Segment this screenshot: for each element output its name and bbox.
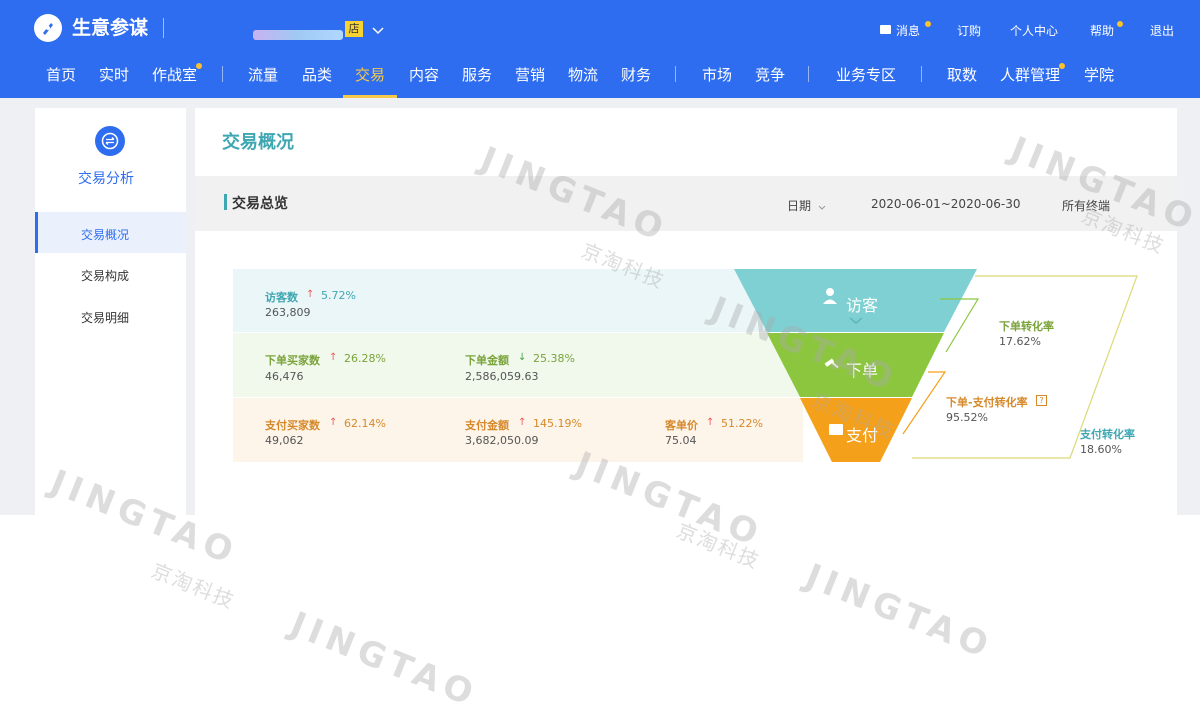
nav-finance[interactable]: 财务 (621, 66, 651, 84)
order-amount-value: 2,586,059.63 (465, 370, 539, 383)
unit-price-label: 客单价 (665, 419, 698, 432)
messages-notification-dot (925, 21, 931, 27)
order-amount-change: 25.38% (533, 352, 575, 365)
mail-icon (880, 25, 891, 34)
pay-rate-label: 支付转化率 (1080, 428, 1135, 441)
chevron-down-icon[interactable] (817, 198, 827, 217)
nav-realtime[interactable]: 实时 (99, 66, 129, 84)
help-notification-dot (1117, 21, 1123, 27)
page-title: 交易概况 (222, 132, 294, 153)
order-rate-value: 17.62% (999, 335, 1041, 348)
nav-crowd-management[interactable]: 人群管理 (1000, 66, 1060, 84)
arrow-down-icon: ↓ (518, 352, 527, 363)
nav-data-fetch[interactable]: 取数 (947, 66, 977, 84)
crowd-notification-dot (1059, 63, 1065, 69)
nav-service[interactable]: 服务 (462, 66, 492, 84)
logo-divider (163, 18, 164, 38)
visitors-change: 5.72% (321, 289, 356, 302)
help-link[interactable]: 帮助 (1090, 24, 1114, 38)
order-buyers-change: 26.28% (344, 352, 386, 365)
logout-link[interactable]: 退出 (1150, 24, 1174, 38)
nav-business-zone[interactable]: 业务专区 (836, 66, 896, 84)
order-rate-label: 下单转化率 (999, 320, 1054, 333)
funnel-stage-visitors-label: 访客 (846, 296, 879, 315)
order-pay-rate-label: 下单-支付转化率 (946, 396, 1028, 409)
nav-logistics[interactable]: 物流 (568, 66, 598, 84)
pay-amount-value: 3,682,050.09 (465, 434, 539, 447)
pay-amount-label: 支付金额 (465, 419, 509, 432)
exchange-icon (95, 126, 125, 156)
sidebar-item-composition[interactable]: 交易构成 (81, 267, 129, 284)
watermark-brand: JINGTAO (799, 556, 1000, 668)
nav-divider (921, 66, 922, 82)
chevron-down-icon[interactable] (370, 22, 386, 35)
app-title[interactable]: 生意参谋 (72, 14, 148, 42)
nav-trade[interactable]: 交易 (355, 66, 385, 84)
date-type-select[interactable]: 日期 (787, 197, 811, 214)
arrow-up-icon: ↑ (306, 289, 315, 300)
pay-buyers-value: 49,062 (265, 434, 304, 447)
pay-rate-value: 18.60% (1080, 443, 1122, 456)
arrow-up-icon: ↑ (329, 352, 338, 363)
sidebar-active-indicator (35, 212, 38, 253)
unit-price-value: 75.04 (665, 434, 697, 447)
section-header (195, 176, 1177, 231)
shop-badge: 店 (345, 21, 363, 37)
messages-link[interactable]: 消息 (896, 24, 920, 38)
section-accent-bar (224, 194, 227, 210)
pay-buyers-change: 62.14% (344, 417, 386, 430)
pay-buyers-label: 支付买家数 (265, 419, 320, 432)
personal-center-link[interactable]: 个人中心 (1010, 24, 1058, 38)
nav-divider (222, 66, 223, 82)
section-title: 交易总览 (232, 196, 288, 212)
pay-amount-change: 145.19% (533, 417, 582, 430)
user-icon (822, 287, 838, 309)
shop-name-blurred[interactable] (253, 30, 343, 40)
order-buyers-value: 46,476 (265, 370, 304, 383)
top-header: 生意参谋 店 消息 订购 个人中心 帮助 退出 首页 实时 作战室 流量 品类 … (0, 0, 1200, 98)
order-amount-label: 下单金额 (465, 354, 509, 367)
nav-category[interactable]: 品类 (302, 66, 332, 84)
nav-competition[interactable]: 竞争 (755, 66, 785, 84)
nav-content[interactable]: 内容 (409, 66, 439, 84)
help-icon[interactable]: ? (1036, 395, 1047, 406)
date-range-picker[interactable]: 2020-06-01~2020-06-30 (871, 197, 1021, 211)
sidebar-item-overview[interactable]: 交易概况 (81, 226, 129, 243)
nav-divider (808, 66, 809, 82)
nav-home[interactable]: 首页 (46, 66, 76, 84)
nav-academy[interactable]: 学院 (1084, 66, 1114, 84)
arrow-up-icon: ↑ (518, 417, 527, 428)
visitors-value: 263,809 (265, 306, 311, 319)
nav-marketing[interactable]: 营销 (515, 66, 545, 84)
visitors-label: 访客数 (265, 291, 298, 304)
war-room-notification-dot (196, 63, 202, 69)
card-icon (829, 424, 843, 435)
nav-divider (675, 66, 676, 82)
sidebar-item-detail[interactable]: 交易明细 (81, 309, 129, 326)
sidebar-title: 交易分析 (78, 171, 134, 187)
compass-logo-icon[interactable] (34, 14, 62, 42)
nav-market[interactable]: 市场 (702, 66, 732, 84)
watermark-brand: JINGTAO (284, 604, 485, 716)
subscribe-link[interactable]: 订购 (957, 24, 981, 38)
order-pay-rate-value: 95.52% (946, 411, 988, 424)
nav-traffic[interactable]: 流量 (248, 66, 278, 84)
nav-war-room[interactable]: 作战室 (152, 66, 197, 84)
arrow-up-icon: ↑ (329, 417, 338, 428)
order-buyers-label: 下单买家数 (265, 354, 320, 367)
